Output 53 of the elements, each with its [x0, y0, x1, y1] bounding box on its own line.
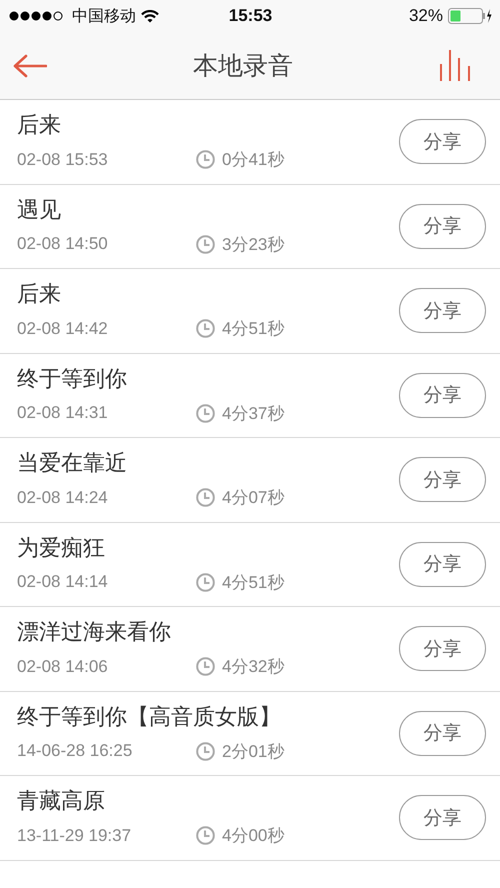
recording-date: 02-08 14:06 [17, 656, 109, 676]
recording-title[interactable]: 青藏高原 [17, 788, 284, 816]
clock-icon [196, 572, 215, 592]
recording-duration: 3分23秒 [222, 234, 284, 256]
page-title: 本地录音 [193, 50, 293, 82]
carrier-name: 中国移动 [72, 6, 136, 26]
equalizer-icon[interactable] [439, 50, 472, 82]
recording-date: 02-08 14:50 [17, 234, 109, 254]
clock-icon [196, 150, 215, 169]
clock-icon [196, 657, 215, 676]
clock-icon [196, 404, 215, 422]
share-button[interactable]: 分享 [399, 119, 486, 164]
share-button[interactable]: 分享 [399, 626, 486, 672]
battery-percent: 32% [408, 6, 443, 26]
recording-title[interactable]: 遇见 [17, 196, 284, 224]
recording-date: 02-08 14:31 [17, 403, 109, 423]
recording-duration: 4分51秒 [222, 318, 284, 340]
share-button[interactable]: 分享 [399, 710, 486, 756]
recording-date: 02-08 14:24 [17, 488, 109, 508]
share-button[interactable]: 分享 [399, 288, 486, 334]
recording-title[interactable]: 后来 [17, 112, 284, 140]
recording-duration: 0分41秒 [222, 149, 284, 171]
recording-title[interactable]: 漂洋过海来看你 [17, 619, 284, 647]
recording-duration: 4分37秒 [222, 402, 284, 424]
recording-title[interactable]: 为爱痴狂 [17, 534, 284, 562]
recording-date: 02-08 14:42 [17, 318, 109, 338]
share-button[interactable]: 分享 [399, 795, 486, 840]
clock-icon [196, 826, 215, 845]
clock-icon [196, 319, 215, 338]
share-button[interactable]: 分享 [399, 204, 486, 249]
recording-duration: 4分07秒 [222, 487, 284, 509]
recording-title[interactable]: 当爱在靠近 [17, 450, 284, 478]
recording-duration: 4分00秒 [222, 825, 284, 847]
back-arrow-icon[interactable] [13, 54, 47, 78]
share-button[interactable]: 分享 [399, 457, 486, 502]
clock-icon [196, 234, 215, 254]
battery-charging-icon [448, 8, 492, 24]
status-time: 15:53 [228, 6, 272, 26]
clock-icon [196, 742, 215, 760]
share-button[interactable]: 分享 [399, 372, 486, 418]
recording-title[interactable]: 终于等到你【高音质女版】 [17, 704, 284, 732]
clock-icon [196, 488, 215, 507]
recording-title[interactable]: 终于等到你 [17, 366, 284, 394]
recording-date: 14-06-28 16:25 [17, 741, 134, 761]
recording-duration: 4分51秒 [222, 572, 284, 594]
recording-date: 13-11-29 19:37 [17, 826, 132, 846]
recording-date: 02-08 14:14 [17, 572, 109, 592]
recording-duration: 2分01秒 [222, 740, 284, 762]
share-button[interactable]: 分享 [399, 542, 486, 587]
recording-title[interactable]: 后来 [17, 281, 284, 309]
recording-date: 02-08 15:53 [17, 150, 109, 170]
wifi-icon [141, 10, 159, 22]
recording-duration: 4分32秒 [222, 656, 284, 678]
